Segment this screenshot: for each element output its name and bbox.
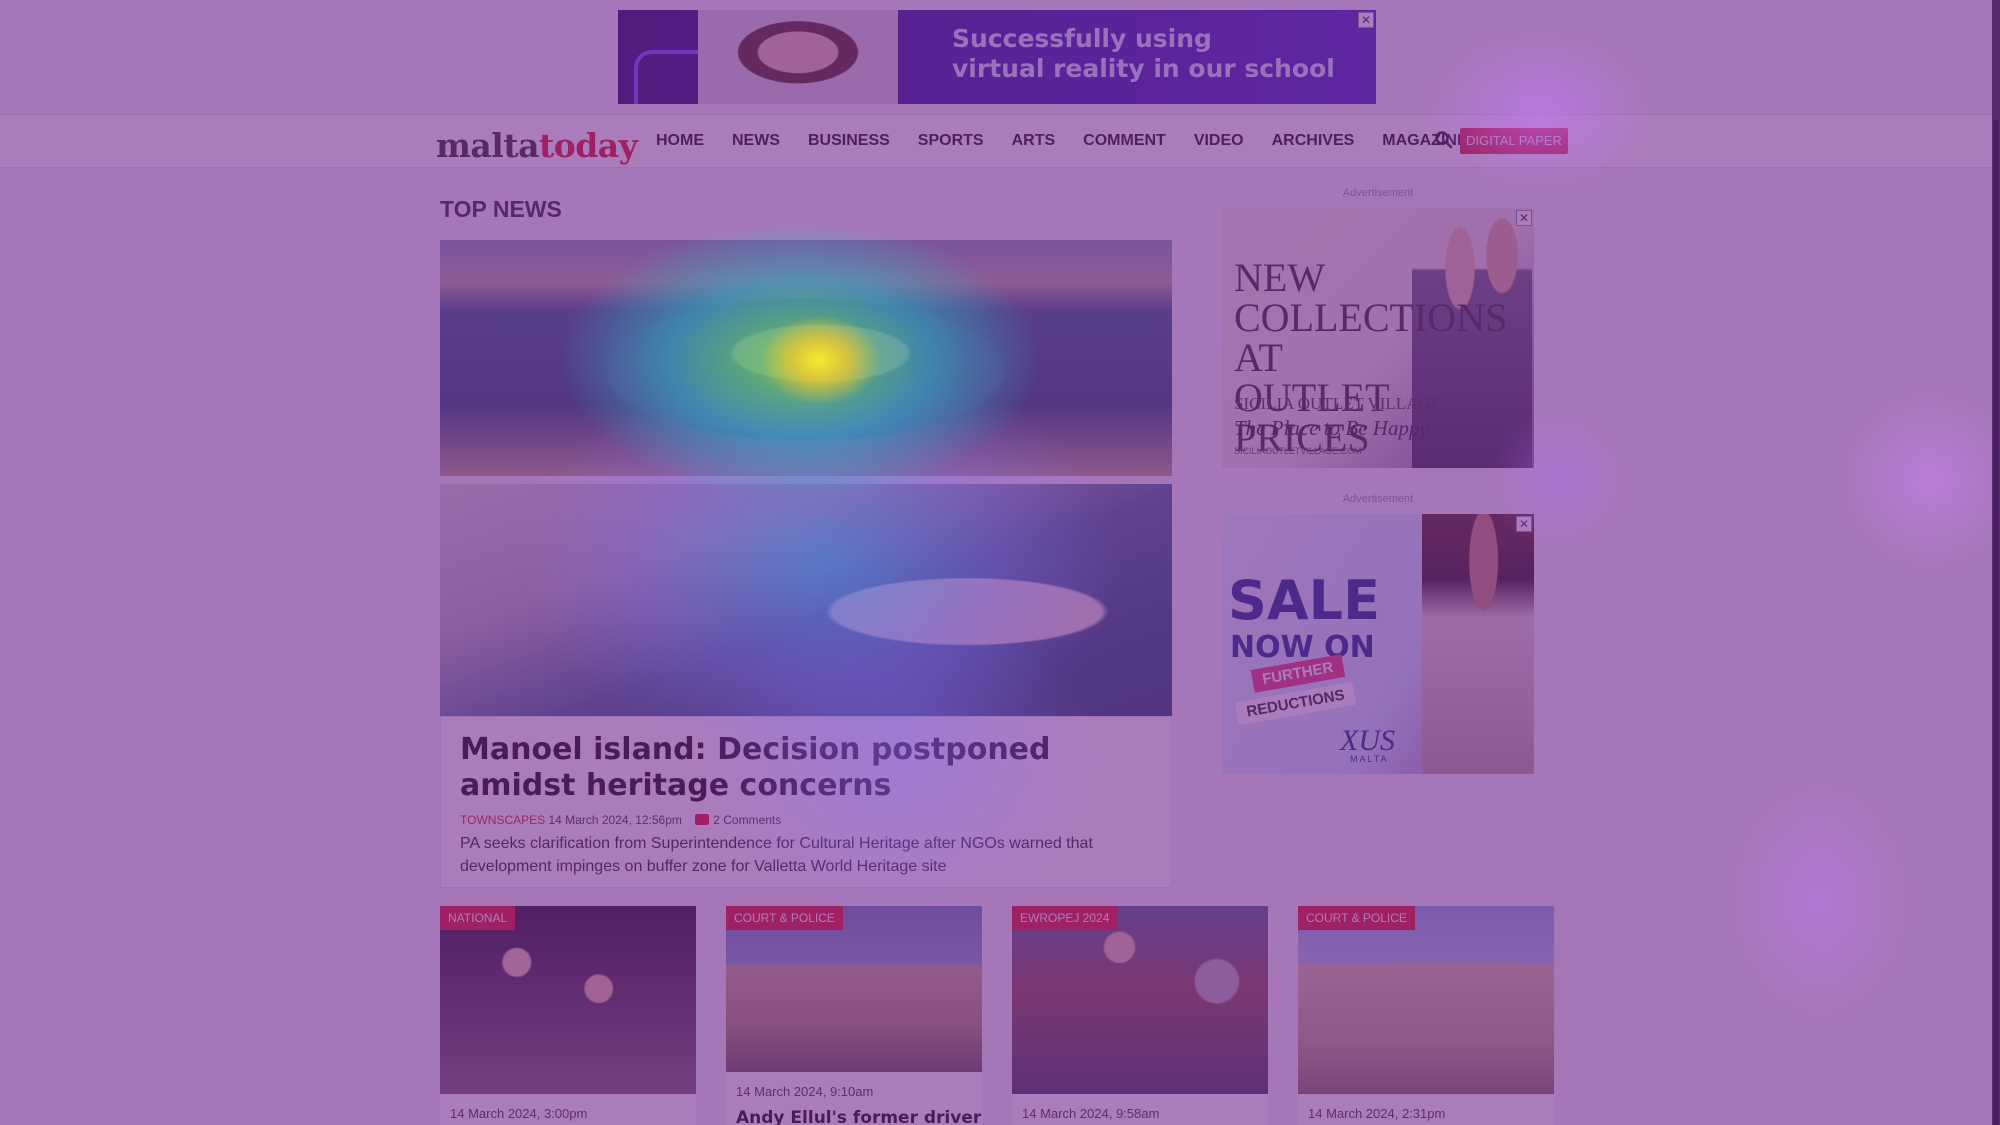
story-date: 14 March 2024, 3:00pm	[450, 1106, 588, 1121]
lead-story-headline[interactable]: Manoel island: Decision postponed amidst…	[460, 732, 1160, 804]
lead-story-date: 14 March 2024, 12:56pm	[548, 813, 682, 827]
nav-business[interactable]: BUSINESS	[808, 129, 890, 153]
sidebar-ad-sale[interactable]: SALE NOW ON FURTHER REDUCTIONS XUS MALTA…	[1222, 514, 1534, 774]
story-tag[interactable]: EWROPEJ 2024	[1012, 906, 1118, 930]
nav-archives[interactable]: ARCHIVES	[1272, 129, 1355, 153]
story-date: 14 March 2024, 9:58am	[1022, 1106, 1160, 1121]
top-banner-ad[interactable]: Successfully using virtual reality in ou…	[618, 10, 1376, 104]
nav-news[interactable]: NEWS	[732, 129, 780, 153]
lead-story-image-1[interactable]	[440, 240, 1172, 476]
story-image[interactable]	[1298, 906, 1554, 1094]
story-tag[interactable]: NATIONAL	[440, 906, 516, 930]
ad2-brand: XUS	[1340, 724, 1395, 757]
ad2-brand-sub: MALTA	[1350, 754, 1389, 764]
sidebar-ad-outlet[interactable]: NEW COLLECTIONS AT OUTLET PRICES SICILIA…	[1222, 208, 1534, 468]
ad1-slogan: The Place to Be Happy	[1234, 416, 1429, 440]
lead-story-summary: PA seeks clarification from Superintende…	[460, 835, 1093, 875]
story-title[interactable]: Andy Ellul's former driver	[736, 1108, 981, 1125]
logo-part-2: today	[538, 126, 638, 165]
advertisement-label: Advertisement	[1342, 187, 1414, 199]
ad-line-2: virtual reality in our school	[952, 54, 1335, 83]
nav-arts[interactable]: ARTS	[1012, 129, 1056, 153]
story-tag[interactable]: COURT & POLICE	[1298, 906, 1415, 930]
scrollbar-thumb[interactable]	[1993, 120, 1999, 1125]
ad2-sale: SALE	[1228, 569, 1380, 632]
lead-story-meta: TOWNSCAPES 14 March 2024, 12:56pm 2 Comm…	[460, 813, 781, 827]
story-image[interactable]	[1012, 906, 1268, 1094]
story-date: 14 March 2024, 2:31pm	[1308, 1106, 1446, 1121]
section-title: TOP NEWS	[440, 196, 562, 222]
main-nav: HOME NEWS BUSINESS SPORTS ARTS COMMENT V…	[656, 129, 1506, 153]
site-logo[interactable]: maltatoday	[436, 126, 638, 165]
nav-home[interactable]: HOME	[656, 129, 704, 153]
nav-comment[interactable]: COMMENT	[1083, 129, 1166, 153]
lead-story-category[interactable]: TOWNSCAPES	[460, 813, 545, 827]
ad-close-icon[interactable]: ✕	[1516, 210, 1532, 226]
ad-line-1: Successfully using	[952, 24, 1212, 53]
story-card[interactable]: COURT & POLICE 14 March 2024, 2:31pm	[1298, 906, 1554, 1125]
story-tag[interactable]: COURT & POLICE	[726, 906, 843, 930]
digital-paper-button[interactable]: DIGITAL PAPER	[1460, 128, 1568, 154]
ad1-brand: SICILIA OUTLET VILLAGE	[1234, 394, 1442, 413]
nav-sports[interactable]: SPORTS	[918, 129, 984, 153]
story-card[interactable]: EWROPEJ 2024 14 March 2024, 9:58am	[1012, 906, 1268, 1125]
ad-model-photo	[1422, 514, 1534, 774]
logo-part-1: malta	[436, 126, 539, 165]
story-date: 14 March 2024, 9:10am	[736, 1084, 874, 1099]
lead-story-comments[interactable]: 2 Comments	[713, 813, 781, 827]
comment-icon	[695, 814, 710, 825]
story-image[interactable]	[440, 906, 696, 1094]
lead-story-image-2[interactable]	[440, 484, 1172, 716]
advertisement-label: Advertisement	[1342, 493, 1414, 505]
story-image[interactable]	[726, 906, 982, 1072]
ad-photo	[698, 10, 898, 104]
ad1-url: SICILIAOUTLETVILLAGE.COM	[1234, 446, 1362, 456]
search-icon[interactable]	[1434, 130, 1454, 150]
page: Successfully using virtual reality in ou…	[0, 0, 2000, 1125]
story-card[interactable]: COURT & POLICE 14 March 2024, 9:10am And…	[726, 906, 982, 1125]
story-card[interactable]: NATIONAL 14 March 2024, 3:00pm	[440, 906, 696, 1125]
ad-close-icon[interactable]: ✕	[1516, 516, 1532, 532]
ad2-now-on: NOW ON	[1230, 630, 1375, 665]
ad-text: Successfully using virtual reality in ou…	[952, 24, 1352, 84]
nav-video[interactable]: VIDEO	[1194, 129, 1244, 153]
ad-close-icon[interactable]: ✕	[1358, 12, 1374, 28]
